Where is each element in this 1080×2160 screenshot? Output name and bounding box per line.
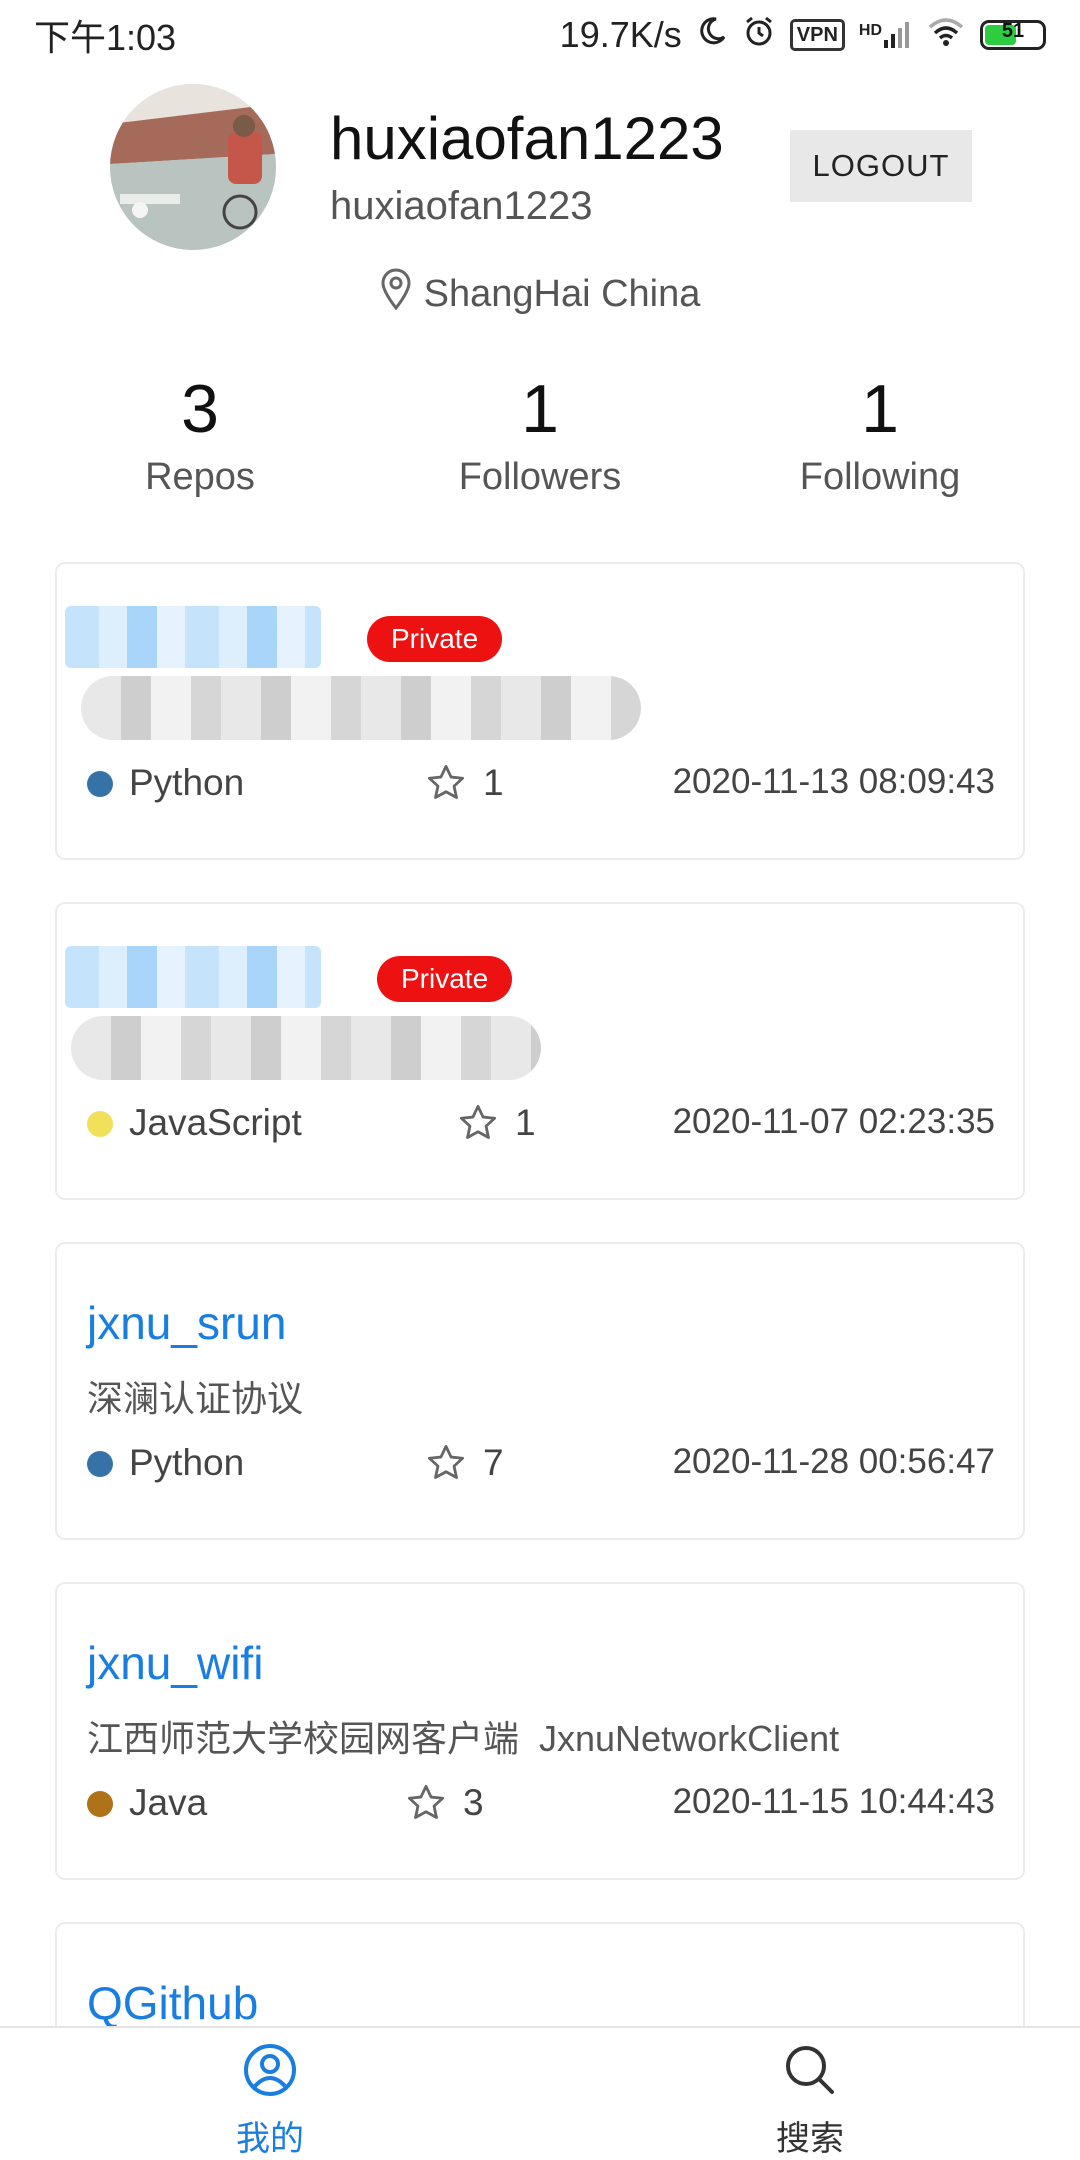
redacted-repo-description [71, 1016, 541, 1080]
language-color-dot [87, 1791, 113, 1817]
redacted-repo-name [65, 606, 321, 668]
profile-login: huxiaofan1223 [330, 184, 593, 228]
private-badge: Private [377, 956, 513, 1002]
status-bar: 下午1:03 19.7K/s VPN HD 51 [0, 0, 1080, 70]
redacted-repo-name [65, 946, 321, 1008]
repo-name[interactable]: jxnu_srun [87, 1296, 286, 1350]
repo-updated-time: 2020-11-07 02:23:35 [672, 1102, 995, 1141]
repo-description: 江西师范大学校园网客户端 JxnuNetworkClient [87, 1718, 840, 1759]
repo-description: 深澜认证协议 [87, 1378, 304, 1419]
repo-language: Python [129, 1442, 245, 1483]
profile-username: huxiaofan1223 [330, 105, 724, 172]
stat-label: Repos [145, 456, 255, 498]
star-icon [425, 1442, 467, 1484]
star-count: 1 [483, 762, 504, 803]
repo-name[interactable]: QGithub [87, 1976, 258, 2030]
nav-label-search: 搜索 [776, 2120, 844, 2158]
language-color-dot [87, 1451, 113, 1477]
stat-repos[interactable]: 3 Repos [50, 372, 350, 499]
repo-updated-time: 2020-11-13 08:09:43 [672, 762, 995, 801]
stat-value: 3 [181, 371, 219, 447]
net-speed: 19.7K/s [559, 14, 682, 55]
location-pin-icon [380, 268, 412, 320]
repo-language: JavaScript [129, 1102, 302, 1143]
repo-stars: 7 [425, 1442, 504, 1484]
repo-meta: Java 3 2020-11-15 10:44:43 [87, 1778, 995, 1828]
repo-meta: Python 1 2020-11-13 08:09:43 [87, 758, 995, 808]
redacted-repo-description [81, 676, 641, 740]
stat-followers[interactable]: 1 Followers [390, 372, 690, 499]
repo-stars: 1 [457, 1102, 536, 1144]
repo-name[interactable]: jxnu_wifi [87, 1636, 263, 1690]
stat-value: 1 [521, 371, 559, 447]
repo-card[interactable]: jxnu_srun 深澜认证协议 Python 7 2020-11-28 00:… [55, 1242, 1025, 1540]
star-icon [425, 762, 467, 804]
status-icons: 19.7K/s VPN HD 51 [560, 14, 1046, 57]
language-color-dot [87, 771, 113, 797]
user-circle-icon [242, 2028, 298, 2103]
alarm-icon [742, 14, 776, 57]
star-icon [457, 1102, 499, 1144]
vpn-icon: VPN [789, 19, 845, 51]
signal-icon: HD [859, 20, 912, 50]
stat-label: Followers [458, 456, 622, 498]
repo-card[interactable]: Private JavaScript 1 2020-11-07 02:23:35 [55, 902, 1025, 1200]
stat-value: 1 [861, 371, 899, 447]
nav-item-mine[interactable]: 我的 [120, 2028, 420, 2160]
moon-icon [696, 14, 728, 56]
repo-stars: 3 [405, 1782, 484, 1824]
repo-updated-time: 2020-11-15 10:44:43 [672, 1782, 995, 1821]
location-text: ShangHai China [423, 272, 701, 315]
repo-language: Python [129, 762, 245, 803]
logout-button[interactable]: LOGOUT [790, 130, 972, 202]
star-icon [405, 1782, 447, 1824]
repo-updated-time: 2020-11-28 00:56:47 [672, 1442, 995, 1481]
star-count: 3 [463, 1782, 484, 1823]
status-time: 下午1:03 [34, 17, 177, 58]
stats-row: 3 Repos 1 Followers 1 Following [0, 372, 1080, 512]
star-count: 7 [483, 1442, 504, 1483]
bottom-nav: 我的 搜索 [0, 2026, 1080, 2160]
avatar[interactable] [110, 84, 276, 250]
nav-item-search[interactable]: 搜索 [660, 2028, 960, 2160]
star-count: 1 [515, 1102, 536, 1143]
search-icon [782, 2028, 838, 2103]
wifi-icon [926, 14, 966, 56]
battery-icon: 51 [980, 20, 1046, 50]
repo-card[interactable]: jxnu_wifi 江西师范大学校园网客户端 JxnuNetworkClient… [55, 1582, 1025, 1880]
repo-meta: JavaScript 1 2020-11-07 02:23:35 [87, 1098, 995, 1148]
stat-label: Following [799, 456, 961, 498]
hd-label: HD [858, 22, 882, 39]
repo-meta: Python 7 2020-11-28 00:56:47 [87, 1438, 995, 1488]
battery-percent: 51 [1001, 20, 1025, 42]
repo-stars: 1 [425, 762, 504, 804]
language-color-dot [87, 1111, 113, 1137]
private-badge: Private [367, 616, 503, 662]
repo-card[interactable]: Private Python 1 2020-11-13 08:09:43 [55, 562, 1025, 860]
profile-location: ShangHai China [0, 268, 1080, 320]
stat-following[interactable]: 1 Following [730, 372, 1030, 499]
nav-label-mine: 我的 [236, 2120, 304, 2158]
repo-language: Java [129, 1782, 208, 1823]
